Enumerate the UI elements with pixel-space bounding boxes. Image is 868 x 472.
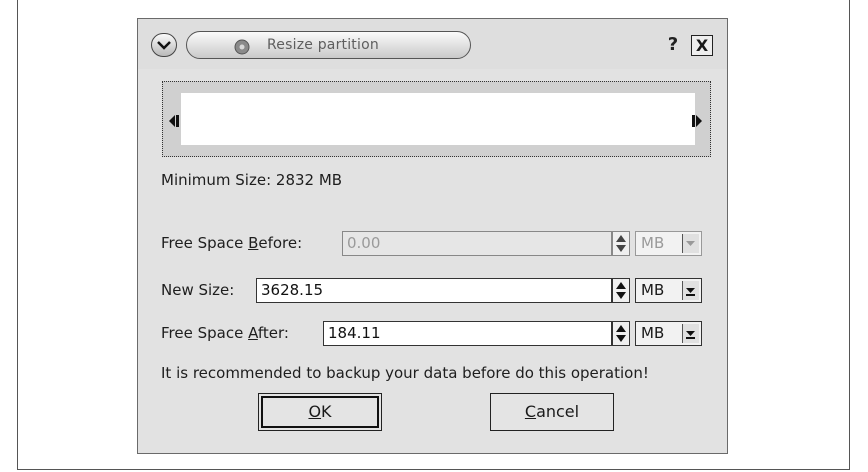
partition-icon: [233, 38, 251, 60]
free-before-spin-button[interactable]: [612, 231, 630, 256]
dropdown-arrow-icon: [682, 324, 699, 343]
left-handle-icon[interactable]: [169, 112, 180, 131]
new-size-input[interactable]: 3628.15: [256, 278, 612, 303]
free-space-before-input[interactable]: 0.00: [342, 231, 612, 256]
free-after-label-pre: Free Space: [161, 324, 249, 342]
free-after-unit: MB: [641, 324, 665, 342]
free-before-unit: MB: [641, 234, 665, 252]
spin-arrows-icon: [616, 235, 626, 252]
free-space-after-input[interactable]: 184.11: [323, 321, 612, 346]
free-after-unit-select[interactable]: MB: [635, 321, 702, 346]
new-size-unit-select[interactable]: MB: [635, 278, 702, 303]
free-space-after-label: Free Space After:: [161, 324, 289, 342]
new-size-unit: MB: [641, 281, 665, 299]
cancel-label-rest: ancel: [536, 402, 580, 421]
minimum-size-label: Minimum Size: 2832 MB: [161, 171, 343, 189]
close-button[interactable]: X: [691, 35, 713, 56]
menu-arrow-icon: [157, 41, 171, 50]
partition-resizer[interactable]: [162, 81, 711, 157]
title-pill: Resize partition: [186, 31, 471, 59]
new-size-spin-button[interactable]: [612, 278, 630, 303]
window-menu-button[interactable]: [151, 33, 177, 57]
cancel-button[interactable]: Cancel: [490, 393, 614, 431]
backup-warning: It is recommended to backup your data be…: [161, 364, 649, 382]
new-size-label: New Size:: [161, 281, 235, 299]
spin-arrows-icon: [616, 325, 626, 342]
cancel-mnemonic: C: [524, 402, 537, 421]
free-before-label-post: efore:: [258, 234, 303, 252]
right-handle-icon[interactable]: [692, 112, 703, 131]
title-bar: Resize partition ? X: [138, 19, 727, 69]
dropdown-arrow-icon: [682, 281, 699, 300]
free-after-mnemonic: A: [248, 324, 258, 342]
close-icon: X: [695, 36, 709, 55]
ok-label-rest: K: [321, 402, 332, 421]
dialog-title: Resize partition: [267, 37, 379, 53]
help-icon: ?: [667, 34, 679, 55]
dropdown-arrow-icon: [682, 234, 699, 253]
ok-button[interactable]: OK: [258, 393, 382, 431]
free-space-before-label: Free Space Before:: [161, 234, 302, 252]
free-after-label-post: fter:: [257, 324, 289, 342]
spin-arrows-icon: [616, 282, 626, 299]
free-after-spin-button[interactable]: [612, 321, 630, 346]
resize-partition-dialog: Resize partition ? X Minimum Size: 2832 …: [137, 18, 728, 454]
ok-mnemonic: O: [308, 402, 322, 421]
partition-bar[interactable]: [181, 93, 695, 145]
free-before-label-pre: Free Space: [161, 234, 249, 252]
free-before-unit-select[interactable]: MB: [635, 231, 702, 256]
free-before-mnemonic: B: [248, 234, 259, 252]
help-button[interactable]: ?: [662, 33, 684, 57]
